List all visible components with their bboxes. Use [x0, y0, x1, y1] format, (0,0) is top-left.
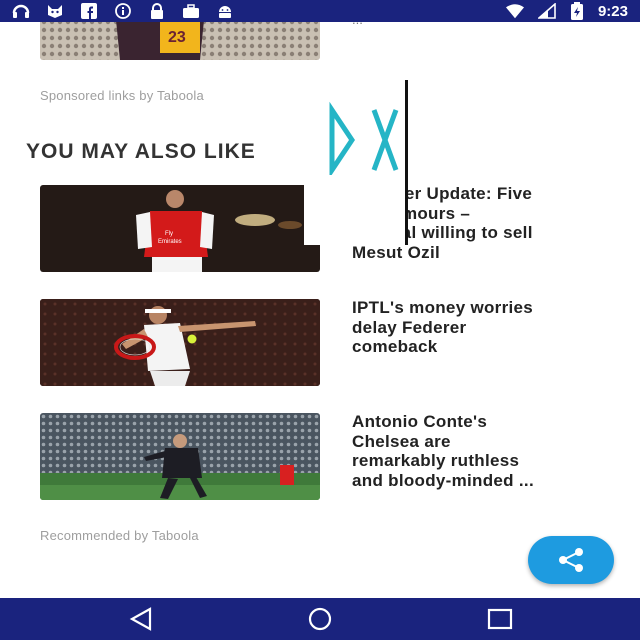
manager-photo: [40, 413, 320, 500]
share-button[interactable]: [528, 536, 614, 584]
cat-icon: [48, 5, 62, 18]
recommended-by-label[interactable]: Recommended by Taboola: [40, 528, 199, 543]
player-photo: 23: [40, 22, 320, 60]
ad-divider: [405, 80, 408, 245]
svg-text:Fly: Fly: [165, 231, 173, 237]
android-icon: [219, 6, 231, 18]
article-thumbnail-2[interactable]: [40, 299, 320, 386]
article-feed[interactable]: 23 ... Sponsored links by Taboola YOU MA…: [0, 22, 640, 598]
navigation-bar: [0, 598, 640, 640]
section-title: YOU MAY ALSO LIKE: [26, 140, 256, 163]
footballer-photo: Fly Emirates: [40, 185, 320, 272]
recents-icon[interactable]: [485, 607, 515, 631]
svg-text:23: 23: [168, 29, 186, 46]
ad-overlay[interactable]: [304, 80, 408, 245]
partial-headline-top: ...: [352, 22, 363, 27]
headset-icon: [12, 4, 30, 18]
clock: 9:23: [597, 2, 628, 20]
info-icon: [115, 3, 131, 19]
sponsored-links-label[interactable]: Sponsored links by Taboola: [40, 88, 204, 103]
tennis-player-photo: [40, 299, 320, 386]
article-thumbnail-3[interactable]: [40, 413, 320, 500]
article-thumbnail-top[interactable]: 23: [40, 22, 320, 60]
article-headline-3[interactable]: Antonio Conte's Chelsea are remarkably r…: [352, 412, 602, 490]
facebook-icon: [81, 3, 97, 19]
article-headline-2[interactable]: IPTL's money worries delay Federer comeb…: [352, 298, 602, 357]
share-icon: [559, 548, 583, 572]
wifi-icon: [505, 4, 524, 19]
home-icon[interactable]: [305, 607, 335, 631]
back-icon[interactable]: [126, 607, 156, 631]
ad-close-icon[interactable]: [324, 95, 404, 175]
briefcase-icon: [183, 4, 199, 18]
status-bar: 9:23: [0, 0, 640, 22]
signal-icon: [537, 3, 556, 19]
battery-icon: [570, 2, 583, 20]
article-thumbnail-1[interactable]: Fly Emirates: [40, 185, 320, 272]
lock-icon: [151, 3, 163, 19]
svg-text:Emirates: Emirates: [158, 239, 182, 245]
